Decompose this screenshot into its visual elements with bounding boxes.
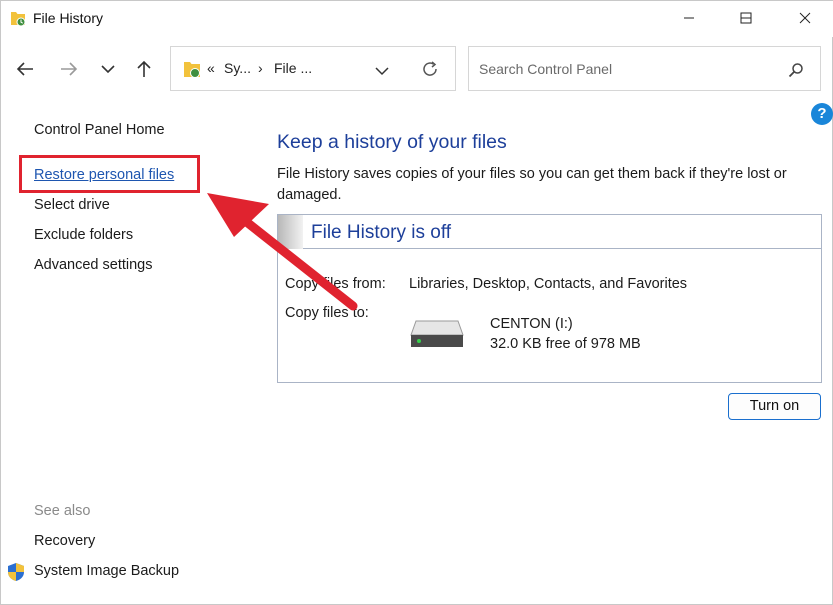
annotation-highlight-box — [19, 155, 200, 193]
maximize-window-button[interactable] — [717, 1, 775, 35]
window-title: File History — [33, 10, 104, 26]
page-description: File History saves copies of your files … — [277, 166, 787, 203]
nav-select-drive[interactable]: Select drive — [34, 197, 110, 213]
up-button[interactable] — [129, 53, 159, 85]
address-bar[interactable]: « Sy... › File ... — [170, 46, 456, 91]
status-title: File History is off — [311, 222, 452, 243]
breadcrumb-system[interactable]: Sy... — [224, 60, 251, 76]
nav-exclude-folders[interactable]: Exclude folders — [34, 227, 133, 243]
minimize-icon — [684, 17, 694, 19]
search-box[interactable]: Search Control Panel — [468, 46, 821, 91]
back-button[interactable] — [10, 53, 40, 85]
uac-shield-icon — [8, 563, 24, 581]
nav-advanced-settings[interactable]: Advanced settings — [34, 257, 153, 273]
minimize-window-button[interactable] — [660, 1, 718, 35]
chevron-down-icon — [375, 67, 389, 76]
status-panel-header: File History is off — [278, 215, 821, 249]
recent-locations-button[interactable] — [93, 53, 123, 85]
forward-button[interactable] — [54, 53, 84, 85]
copy-from-value: Libraries, Desktop, Contacts, and Favori… — [409, 276, 688, 292]
nav-control-panel-home[interactable]: Control Panel Home — [34, 122, 165, 138]
page-heading: Keep a history of your files — [277, 131, 507, 153]
arrow-left-icon — [16, 62, 33, 76]
status-panel: File History is off Copy files from: Lib… — [277, 214, 822, 383]
control-panel-folder-icon — [184, 62, 200, 78]
drive-name: CENTON (I:) — [490, 316, 573, 332]
copy-to-label: Copy files to: — [285, 305, 369, 321]
panel-header-gradient — [278, 215, 303, 249]
breadcrumb-separator: › — [258, 60, 263, 76]
nav-recovery[interactable]: Recovery — [34, 533, 95, 549]
usb-drive-icon — [410, 320, 464, 347]
help-button[interactable]: ? — [811, 103, 833, 125]
file-history-app-icon — [11, 12, 26, 27]
maximize-icon — [740, 12, 752, 24]
file-history-window: File History « Sy... › File ... Search C… — [0, 0, 833, 605]
close-icon — [799, 12, 811, 24]
arrow-up-icon — [137, 60, 151, 77]
refresh-icon — [423, 61, 437, 76]
refresh-button[interactable] — [421, 60, 439, 83]
copy-from-label: Copy files from: — [285, 276, 386, 292]
close-window-button[interactable] — [776, 1, 833, 35]
breadcrumb-overflow[interactable]: « — [207, 60, 215, 76]
arrow-right-icon — [61, 62, 78, 76]
search-placeholder[interactable]: Search Control Panel — [479, 61, 612, 77]
see-also-heading: See also — [34, 503, 91, 519]
drive-free-space: 32.0 KB free of 978 MB — [490, 336, 641, 352]
nav-system-image-backup[interactable]: System Image Backup — [34, 563, 179, 579]
breadcrumb-file-history[interactable]: File ... — [274, 60, 312, 76]
turn-on-button[interactable]: Turn on — [728, 393, 821, 420]
chevron-down-icon — [101, 65, 115, 74]
search-icon[interactable] — [788, 62, 804, 78]
address-dropdown-button[interactable] — [375, 63, 389, 81]
